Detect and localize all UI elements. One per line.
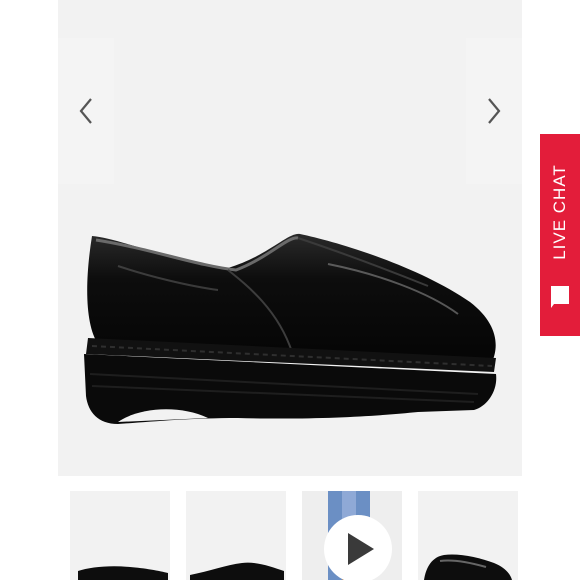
chevron-left-icon bbox=[79, 98, 92, 124]
clog-thumbnail-icon bbox=[424, 554, 512, 580]
chat-bubble-icon bbox=[551, 286, 569, 308]
chevron-right-icon bbox=[488, 98, 501, 124]
live-chat-label: LIVE CHAT bbox=[550, 164, 569, 260]
clog-thumbnail-icon bbox=[190, 562, 284, 580]
previous-image-button[interactable] bbox=[58, 38, 114, 184]
next-image-button[interactable] bbox=[466, 38, 522, 184]
thumbnail-1[interactable] bbox=[70, 491, 170, 580]
thumbnail-video[interactable] bbox=[302, 491, 402, 580]
live-chat-button[interactable]: LIVE CHAT bbox=[540, 134, 580, 336]
play-icon[interactable] bbox=[324, 515, 392, 580]
thumbnail-4[interactable] bbox=[418, 491, 518, 580]
clog-image bbox=[84, 233, 497, 424]
clog-thumbnail-icon bbox=[78, 566, 168, 580]
thumbnail-2[interactable] bbox=[186, 491, 286, 580]
